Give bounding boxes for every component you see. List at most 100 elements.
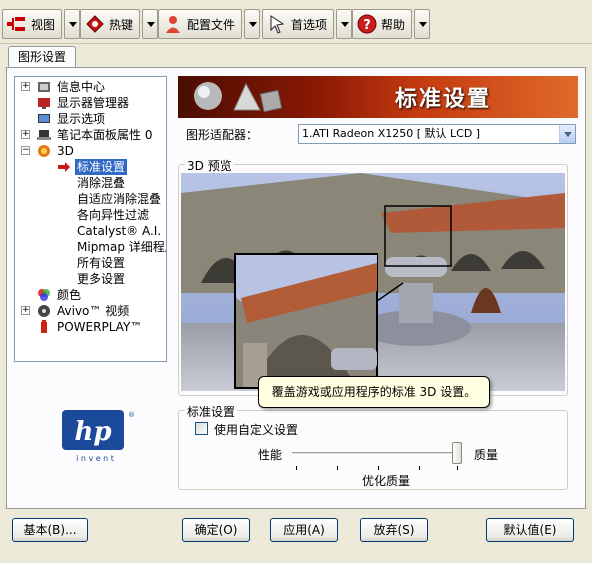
page-title: 标准设置 [394, 87, 491, 112]
tree-item-anisotropic-filtering[interactable]: 各向异性过滤 [15, 207, 165, 223]
adapter-select[interactable]: 1.ATI Radeon X1250 [ 默认 LCD ] [298, 124, 576, 144]
tree-item-mipmap-detail[interactable]: Mipmap 详细程度 [15, 239, 167, 255]
tree-item-label: 信息中心 [57, 80, 106, 94]
display-settings-window: { "toolbar": { "view_label": "视图", "hotk… [0, 0, 592, 563]
arrow-right-icon [57, 160, 71, 174]
info-center-icon [37, 80, 51, 94]
quality-label: 质量 [474, 448, 499, 462]
tree-item-label: 各向异性过滤 [77, 208, 150, 222]
adapter-label: 图形适配器： [186, 128, 259, 142]
tree-item-label: 显示器管理器 [57, 96, 130, 110]
discard-button[interactable]: 放弃(S) [360, 518, 428, 542]
slider-tick [419, 466, 420, 470]
3d-shapes-icon [194, 82, 283, 113]
page-banner: 标准设置 [178, 76, 578, 118]
slider-value-label: 优化质量 [362, 474, 411, 488]
tree-item-more-settings[interactable]: 更多设置 [15, 271, 165, 287]
hotkeys-icon [85, 14, 105, 34]
chevron-down-icon[interactable] [559, 125, 575, 143]
tree-item-powerplay[interactable]: POWERPLAY™ [15, 319, 165, 335]
help-icon: ? [357, 14, 377, 34]
tree-item-label: Avivo™ 视频 [57, 304, 130, 318]
basic-button[interactable]: 基本(B)... [12, 518, 88, 542]
performance-label: 性能 [258, 448, 283, 462]
tree-item-label: Mipmap 详细程度 [77, 240, 167, 254]
profiles-menu: 配置文件 [158, 9, 261, 39]
profiles-dropdown-arrow[interactable] [244, 9, 261, 39]
view-dropdown-arrow[interactable] [64, 9, 81, 39]
hotkeys-dropdown-arrow[interactable] [142, 9, 159, 39]
color-icon [37, 288, 51, 302]
tree-item-standard-settings[interactable]: 标准设置 [15, 159, 165, 175]
display-options-icon [37, 112, 51, 126]
tree-item-label: 3D [57, 144, 74, 158]
preferences-dropdown-arrow[interactable] [336, 9, 353, 39]
tree-item-label: 消除混叠 [77, 176, 126, 190]
profiles-icon [163, 14, 183, 34]
preferences-button[interactable]: 首选项 [262, 9, 335, 39]
tree-item-adaptive-anti-aliasing[interactable]: 自适应消除混叠 [15, 191, 165, 207]
hp-logo: hp ® i n v e n t [60, 408, 135, 468]
collapse-icon[interactable]: − [21, 146, 30, 155]
preferences-icon [267, 14, 287, 34]
profiles-button[interactable]: 配置文件 [158, 9, 243, 39]
tree-item-3d[interactable]: − 3D [15, 143, 165, 159]
help-dropdown-arrow[interactable] [414, 9, 431, 39]
hotkeys-menu: 热键 [80, 9, 159, 39]
tree-item-avivo-video[interactable]: + Avivo™ 视频 [15, 303, 165, 319]
tree-item-info-center[interactable]: + 信息中心 [15, 79, 165, 95]
tree-item-label: 笔记本面板属性 0 [57, 128, 153, 142]
slider-tick [337, 466, 338, 470]
slider-tick [457, 466, 458, 470]
help-label: 帮助 [381, 17, 406, 32]
tab-strip: 图形设置 [0, 46, 592, 68]
tree-item-label: 显示选项 [57, 112, 106, 126]
standard-settings-title: 标准设置 [185, 403, 238, 420]
view-icon [7, 14, 27, 34]
adapter-select-value: 1.ATI Radeon X1250 [ 默认 LCD ] [302, 127, 481, 140]
tree-item-label: Catalyst® A.I. [77, 224, 162, 238]
toolbar: 视图 热键 配置文件 首选项 ? 帮助 [0, 0, 592, 44]
slider-tick [378, 466, 379, 470]
view-button[interactable]: 视图 [2, 9, 63, 39]
tree-item-color[interactable]: 颜色 [15, 287, 165, 303]
custom-settings-label[interactable]: 使用自定义设置 [214, 421, 298, 438]
tree-item-catalyst-ai[interactable]: Catalyst® A.I. [15, 223, 165, 239]
tree-item-anti-aliasing[interactable]: 消除混叠 [15, 175, 165, 191]
tree-item-display-manager[interactable]: 显示器管理器 [15, 95, 165, 111]
hp-tagline: i n v e n t [76, 454, 114, 463]
view-menu: 视图 [2, 9, 81, 39]
tree-item-label: 自适应消除混叠 [77, 192, 162, 206]
powerplay-icon [37, 320, 51, 334]
quality-slider-track[interactable] [292, 452, 454, 455]
view-label: 视图 [31, 17, 56, 32]
hotkeys-button[interactable]: 热键 [80, 9, 141, 39]
profiles-label: 配置文件 [187, 17, 236, 32]
hotkeys-label: 热键 [109, 17, 134, 32]
avivo-video-icon [37, 304, 51, 318]
tab-graphics-settings[interactable]: 图形设置 [8, 46, 76, 68]
preferences-label: 首选项 [291, 17, 328, 32]
3d-icon [37, 144, 51, 158]
tree-item-display-options[interactable]: 显示选项 [15, 111, 165, 127]
defaults-button[interactable]: 默认值(E) [486, 518, 574, 542]
ok-button[interactable]: 确定(O) [182, 518, 250, 542]
apply-button[interactable]: 应用(A) [270, 518, 338, 542]
tree-item-notebook-panel[interactable]: + 笔记本面板属性 0 [15, 127, 165, 143]
display-manager-icon [37, 96, 51, 110]
expand-icon[interactable]: + [21, 130, 30, 139]
tree-item-label: 所有设置 [77, 256, 126, 270]
tree-item-label: 颜色 [57, 288, 82, 302]
custom-settings-checkbox[interactable] [195, 422, 208, 435]
help-button[interactable]: ? 帮助 [352, 9, 413, 39]
tree-item-all-settings[interactable]: 所有设置 [15, 255, 165, 271]
expand-icon[interactable]: + [21, 306, 30, 315]
settings-tree[interactable]: + 信息中心 显示器管理器 显示选项 + 笔记本面板属性 0 − 3D 标准设置… [14, 76, 167, 362]
svg-text:®: ® [128, 411, 134, 419]
slider-tick [296, 466, 297, 470]
help-menu: ? 帮助 [352, 9, 431, 39]
tooltip: 覆盖游戏或应用程序的标准 3D 设置。 [258, 376, 490, 408]
tree-item-label: 标准设置 [75, 159, 128, 175]
expand-icon[interactable]: + [21, 82, 30, 91]
quality-slider-thumb[interactable] [452, 442, 462, 464]
